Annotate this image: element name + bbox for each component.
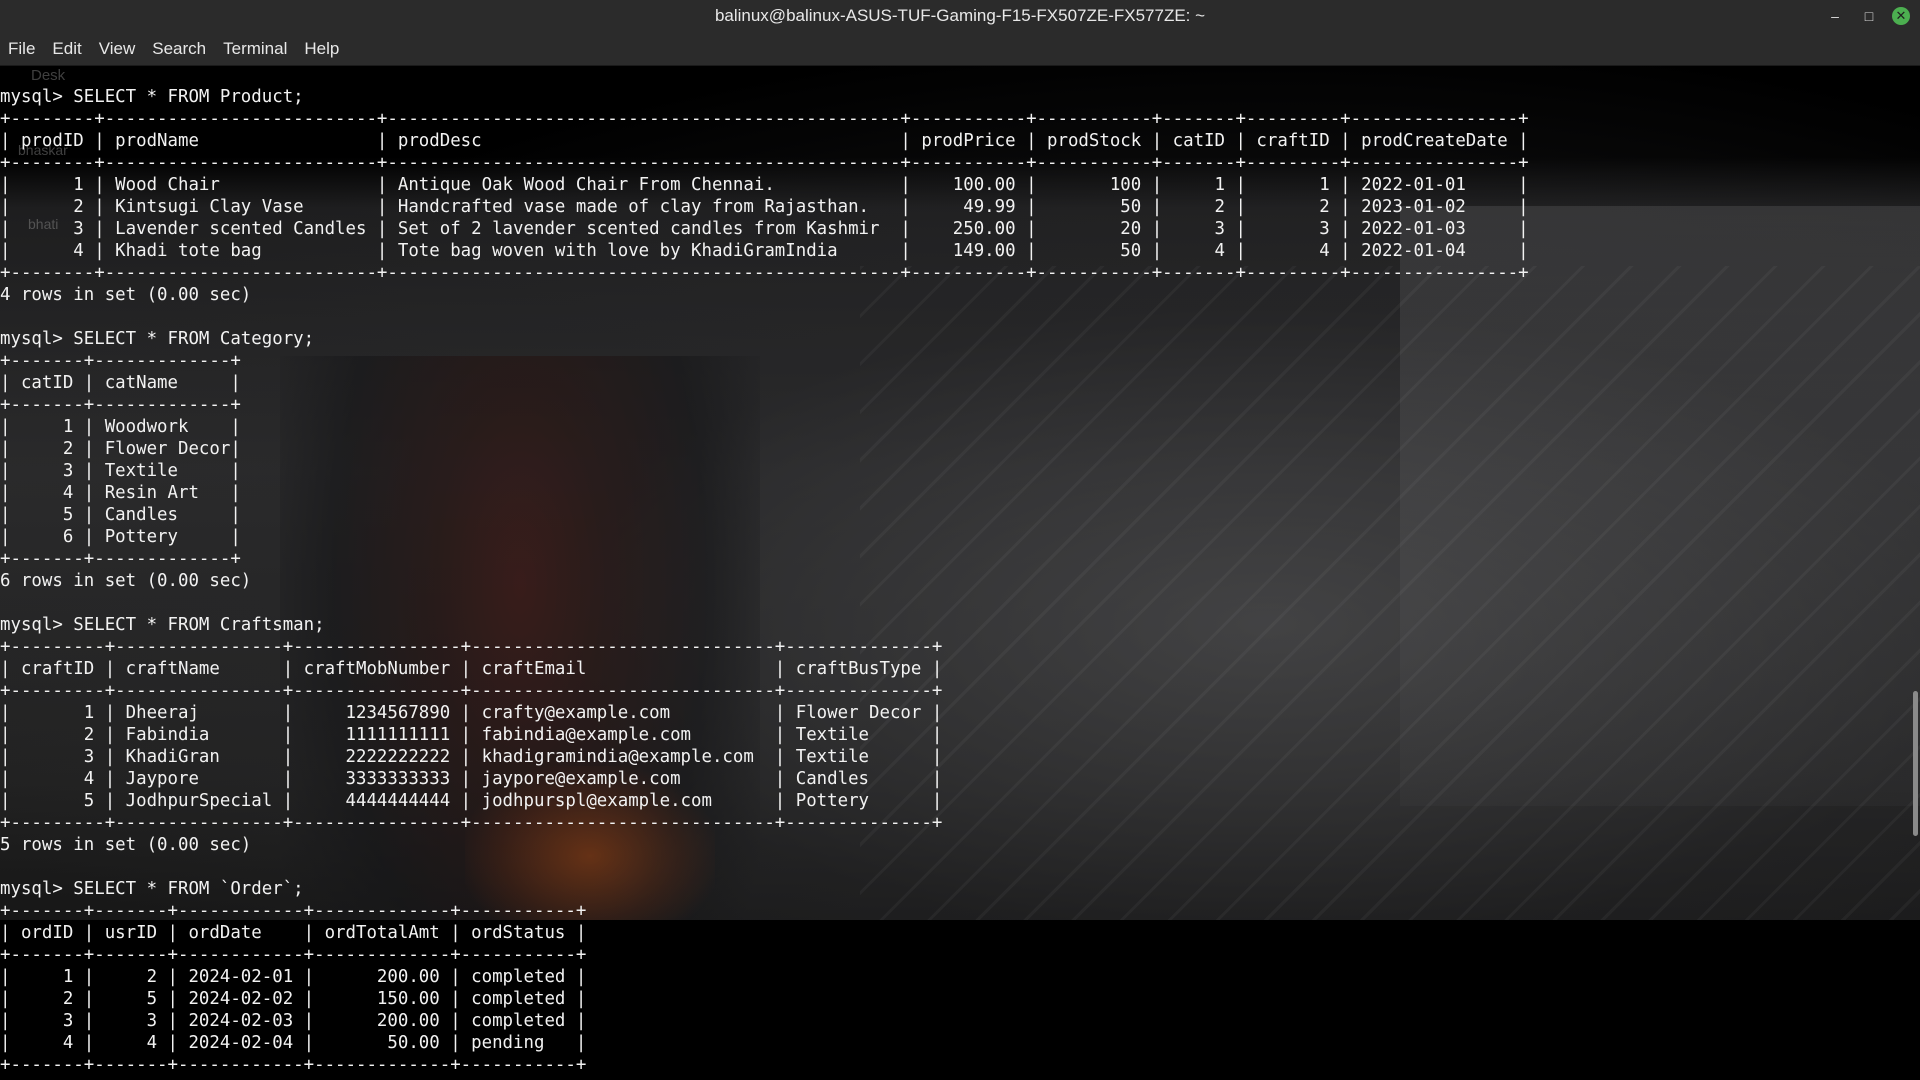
menu-file[interactable]: File [0, 32, 44, 65]
minimize-icon[interactable]: – [1824, 5, 1846, 27]
terminal-line: | 2 | Kintsugi Clay Vase | Handcrafted v… [0, 197, 1529, 217]
terminal-line: | 4 | Resin Art | [0, 483, 241, 503]
terminal-line: +-------+-------------+ [0, 549, 241, 569]
terminal-output-area[interactable]: Desk bhaskar bhati mysql> SELECT * FROM … [0, 66, 1920, 1080]
terminal-line: | 3 | Textile | [0, 461, 241, 481]
terminal-line: | 4 | Jaypore | 3333333333 | jaypore@exa… [0, 769, 943, 789]
terminal-line: +-------+-------------+ [0, 395, 241, 415]
desktop-ghost-label: Desk [31, 67, 66, 84]
terminal-line: | catID | catName | [0, 373, 241, 393]
terminal-line: | 3 | Lavender scented Candles | Set of … [0, 219, 1529, 239]
terminal-line: mysql> SELECT * FROM `Order`; [0, 879, 304, 899]
close-icon[interactable]: ✕ [1892, 7, 1910, 25]
terminal-line: | 4 | 4 | 2024-02-04 | 50.00 | pending | [0, 1033, 587, 1053]
terminal-line: +-------+-------------+ [0, 351, 241, 371]
terminal-line: | prodID | prodName | prodDesc | prodPri… [0, 131, 1529, 151]
terminal-line: | 1 | Wood Chair | Antique Oak Wood Chai… [0, 175, 1529, 195]
terminal-line: | 2 | Fabindia | 1111111111 | fabindia@e… [0, 725, 943, 745]
terminal-line: 6 rows in set (0.00 sec) [0, 571, 252, 591]
terminal-line: | 5 | JodhpurSpecial | 4444444444 | jodh… [0, 791, 943, 811]
window-controls: – □ ✕ [1824, 0, 1910, 32]
terminal-line: 4 rows in set (0.00 sec) [0, 285, 252, 305]
terminal-line: +---------+----------------+------------… [0, 681, 943, 701]
terminal-line: +---------+----------------+------------… [0, 813, 943, 833]
menu-help[interactable]: Help [296, 32, 348, 65]
terminal-line: | 4 | Khadi tote bag | Tote bag woven wi… [0, 241, 1529, 261]
menu-view[interactable]: View [91, 32, 145, 65]
title-bar[interactable]: balinux@balinux-ASUS-TUF-Gaming-F15-FX50… [0, 0, 1920, 32]
terminal-line: +-------+-------+------------+----------… [0, 901, 587, 921]
terminal-line: | 5 | Candles | [0, 505, 241, 525]
terminal-line: | 2 | 5 | 2024-02-02 | 150.00 | complete… [0, 989, 587, 1009]
terminal-line: | 1 | Woodwork | [0, 417, 241, 437]
terminal-line: | ordID | usrID | ordDate | ordTotalAmt … [0, 923, 587, 943]
terminal-line: mysql> SELECT * FROM Craftsman; [0, 615, 325, 635]
terminal-line: +-------+-------+------------+----------… [0, 1055, 587, 1075]
terminal-line: | 3 | 3 | 2024-02-03 | 200.00 | complete… [0, 1011, 587, 1031]
terminal-window: balinux@balinux-ASUS-TUF-Gaming-F15-FX50… [0, 0, 1920, 1080]
terminal-line: | craftID | craftName | craftMobNumber |… [0, 659, 943, 679]
menu-edit[interactable]: Edit [44, 32, 90, 65]
terminal-line: | 1 | 2 | 2024-02-01 | 200.00 | complete… [0, 967, 587, 987]
terminal-text: mysql> SELECT * FROM Product; +--------+… [0, 86, 1529, 1076]
terminal-line: +-------+-------+------------+----------… [0, 945, 587, 965]
terminal-line: +---------+----------------+------------… [0, 637, 943, 657]
terminal-line: | 3 | KhadiGran | 2222222222 | khadigram… [0, 747, 943, 767]
terminal-line: | 2 | Flower Decor| [0, 439, 241, 459]
window-title: balinux@balinux-ASUS-TUF-Gaming-F15-FX50… [714, 6, 1206, 25]
terminal-line: mysql> SELECT * FROM Category; [0, 329, 315, 349]
menu-search[interactable]: Search [144, 32, 215, 65]
terminal-line: | 1 | Dheeraj | 1234567890 | crafty@exam… [0, 703, 943, 723]
menu-terminal[interactable]: Terminal [215, 32, 296, 65]
terminal-line: +--------+--------------------------+---… [0, 153, 1529, 173]
menu-bar: File Edit View Search Terminal Help [0, 32, 1920, 66]
terminal-line: +--------+--------------------------+---… [0, 263, 1529, 283]
terminal-line: mysql> SELECT * FROM Product; [0, 87, 304, 107]
terminal-line: 5 rows in set (0.00 sec) [0, 835, 252, 855]
terminal-line: +--------+--------------------------+---… [0, 109, 1529, 129]
terminal-scrollbar[interactable] [1913, 691, 1918, 836]
maximize-icon[interactable]: □ [1858, 5, 1880, 27]
terminal-line: | 6 | Pottery | [0, 527, 241, 547]
